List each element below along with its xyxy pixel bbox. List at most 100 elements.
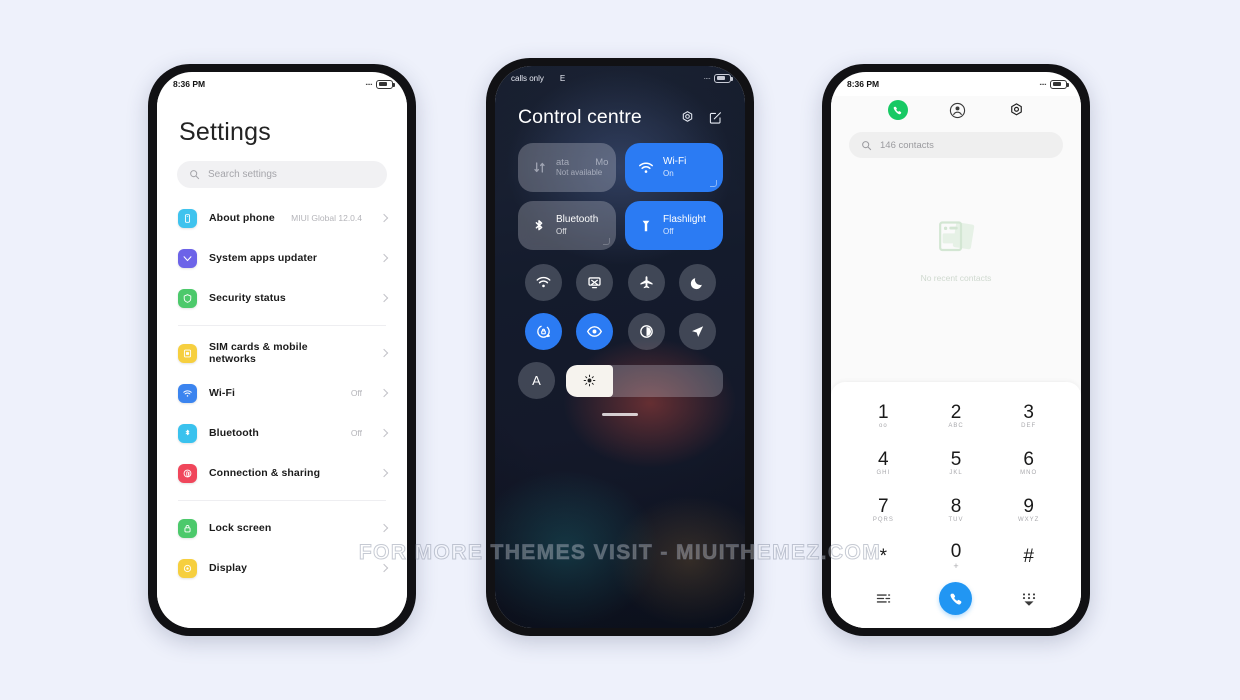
settings-phone: 8:36 PM ···· Settings Search settings Ab… <box>148 64 416 636</box>
reading-mode-icon[interactable] <box>576 313 614 350</box>
statusbar-carrier: calls only <box>511 73 544 83</box>
key-5[interactable]: 5 JKL <box>920 439 993 486</box>
dialpad-actions <box>847 582 1065 615</box>
edit-icon[interactable] <box>708 110 723 125</box>
search-icon <box>862 140 872 150</box>
location-icon[interactable] <box>678 313 716 350</box>
sidebar-item-sim-cards[interactable]: SIM cards & mobile networks <box>157 333 407 373</box>
sidebar-item-about-phone[interactable]: About phone MIUI Global 12.0.4 <box>157 198 407 238</box>
statusbar-network: E <box>559 73 566 83</box>
tile-flashlight[interactable]: Flashlight Off <box>625 201 723 250</box>
key-sub: ABC <box>948 422 964 429</box>
brightness-fill <box>566 364 614 397</box>
row-value: Off <box>350 388 362 398</box>
lock-screen-icon <box>178 518 197 538</box>
row-label: Security status <box>209 292 286 304</box>
key-hash[interactable]: # <box>992 533 1065 580</box>
tile-sub: Not available <box>556 168 603 178</box>
tile-name: Wi-Fi <box>663 156 687 168</box>
key-number: 6 <box>1023 448 1034 470</box>
list-divider <box>178 500 386 501</box>
search-input[interactable]: 146 contacts <box>849 132 1063 158</box>
tile-expand-corner[interactable] <box>710 180 717 187</box>
control-centre-background: calls only E ···· Control centre ata Mo … <box>495 66 745 628</box>
key-number: 1 <box>878 401 889 423</box>
contrast-icon[interactable] <box>627 313 665 350</box>
key-4[interactable]: 4 GHI <box>847 439 920 486</box>
search-input[interactable]: Search settings <box>177 161 387 188</box>
settings-body: Settings Search settings About phone MIU… <box>157 96 407 628</box>
no-contacts-icon <box>939 221 975 252</box>
key-number: 9 <box>1023 495 1034 517</box>
chevron-right-icon <box>379 563 389 573</box>
bluetooth-icon <box>531 218 547 234</box>
settings-tab[interactable] <box>1008 102 1025 119</box>
key-star[interactable]: * <box>847 533 920 580</box>
bluetooth-icon <box>178 423 197 443</box>
home-indicator[interactable] <box>602 413 638 416</box>
tile-mobile-data[interactable]: ata Mo Not available <box>518 143 616 192</box>
battery-icon <box>1050 79 1069 89</box>
tile-name-right: Mo <box>595 156 609 168</box>
signal-icon: ···· <box>703 73 711 83</box>
tile-expand-corner[interactable] <box>603 238 610 245</box>
auto-brightness-toggle[interactable]: A <box>518 362 555 399</box>
hide-keypad-icon[interactable] <box>1019 589 1039 609</box>
tile-bluetooth[interactable]: Bluetooth Off <box>518 201 616 250</box>
about-phone-icon <box>178 208 197 228</box>
settings-gear-icon[interactable] <box>680 110 695 125</box>
key-2[interactable]: 2 ABC <box>920 392 993 439</box>
brightness-slider[interactable] <box>566 364 723 397</box>
call-button[interactable] <box>939 582 973 615</box>
dark-mode-icon[interactable] <box>678 264 716 301</box>
sidebar-item-display[interactable]: Display <box>157 548 407 588</box>
key-sub: MNO <box>1020 469 1038 476</box>
sidebar-item-lock-screen[interactable]: Lock screen <box>157 508 407 548</box>
sidebar-item-security-status[interactable]: Security status <box>157 278 407 318</box>
tile-wifi[interactable]: Wi-Fi On <box>625 143 723 192</box>
gear-icon <box>1010 102 1022 115</box>
row-label: System apps updater <box>209 252 318 264</box>
statusbar-time: 8:36 PM <box>847 79 880 89</box>
dial-options-icon[interactable] <box>874 589 893 608</box>
dialpad: 1 oo 2 ABC 3 DEF 4 GHI 5 JKL 6 MNO 7 PQRS 8 TUV … <box>831 382 1081 628</box>
sidebar-item-connection-sharing[interactable]: Connection & sharing <box>157 453 407 493</box>
auto-rotate-lock-icon[interactable] <box>525 313 563 350</box>
battery-icon <box>714 73 733 83</box>
sidebar-item-wifi[interactable]: Wi-Fi Off <box>157 373 407 413</box>
dialpad-keys: 1 oo 2 ABC 3 DEF 4 GHI 5 JKL 6 MNO 7 PQRS 8 TUV … <box>847 392 1065 580</box>
dialpad-tab[interactable] <box>887 100 908 120</box>
signal-icon: ···· <box>365 79 373 89</box>
key-8[interactable]: 8 TUV <box>920 486 993 533</box>
key-sub: PQRS <box>872 516 894 523</box>
brightness-icon <box>583 374 596 387</box>
tile-name: Bluetooth <box>556 214 599 226</box>
hotspot-icon[interactable] <box>525 264 563 301</box>
tile-name: Flashlight <box>663 214 706 226</box>
key-number: 2 <box>950 401 962 423</box>
contacts-icon <box>949 102 966 118</box>
statusbar-time: 8:36 PM <box>173 79 206 89</box>
control-centre-statusbar: calls only E ···· <box>495 66 745 90</box>
sidebar-item-bluetooth[interactable]: Bluetooth Off <box>157 413 407 453</box>
security-status-icon <box>178 288 197 308</box>
page-title: Control centre <box>518 106 642 128</box>
auto-brightness-label: A <box>532 373 541 388</box>
chevron-right-icon <box>379 253 389 263</box>
row-label: Bluetooth <box>209 427 259 439</box>
key-9[interactable]: 9 WXYZ <box>992 486 1065 533</box>
cast-icon[interactable] <box>576 264 614 301</box>
key-0[interactable]: 0 + <box>920 533 993 580</box>
key-7[interactable]: 7 PQRS <box>847 486 920 533</box>
airplane-mode-icon[interactable] <box>627 264 665 301</box>
key-1[interactable]: 1 oo <box>847 392 920 439</box>
key-3[interactable]: 3 DEF <box>992 392 1065 439</box>
battery-icon <box>376 79 395 89</box>
sidebar-item-system-apps-updater[interactable]: System apps updater <box>157 238 407 278</box>
row-value: MIUI Global 12.0.4 <box>291 213 362 223</box>
toggle-grid <box>495 250 745 350</box>
chevron-right-icon <box>379 293 389 303</box>
key-6[interactable]: 6 MNO <box>992 439 1065 486</box>
contacts-tab[interactable] <box>948 101 967 120</box>
mobile-data-icon <box>531 160 547 176</box>
